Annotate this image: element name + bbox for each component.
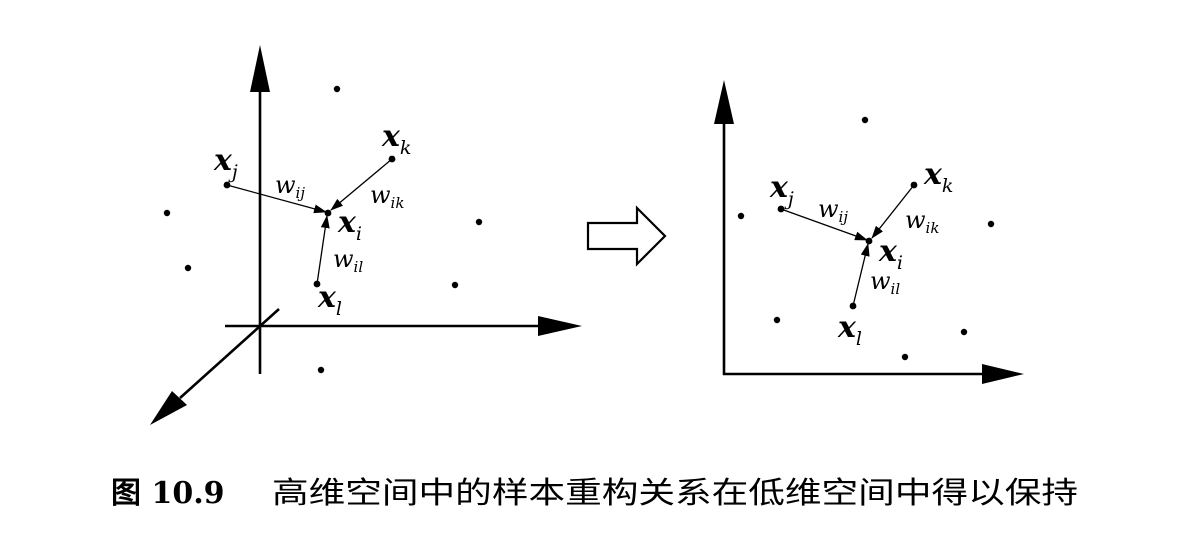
label-xj: xj <box>213 143 238 183</box>
sample-point <box>317 366 325 374</box>
weight-label-wik: wik <box>370 181 404 212</box>
point-xj <box>223 181 231 189</box>
figure-canvas: xj xk xi xl wij wik wil xj xk xi xl wij … <box>111 45 1078 511</box>
weight-label-wil: wil <box>333 245 363 276</box>
edge-xl-to-xi <box>316 215 330 285</box>
label-xj: xj <box>769 170 794 210</box>
point-xl <box>849 302 857 310</box>
sample-point <box>737 212 745 220</box>
point-xk <box>910 181 918 189</box>
caption-number: 图 10.9 <box>111 476 225 511</box>
figure-caption: 图 10.9 高维空间中的样本重构关系在低维空间中得以保持 <box>111 476 1078 511</box>
high-dim-panel: xj xk xi xl wij wik wil <box>150 45 582 425</box>
sample-point <box>773 316 781 324</box>
point-xi <box>324 209 332 217</box>
horizontal-axis-arrowhead <box>982 364 1024 384</box>
low-dim-panel: xj xk xi xl wij wik wil <box>714 80 1024 384</box>
z-axis-arrowhead <box>250 45 270 92</box>
point-xi <box>865 237 873 245</box>
point-xj <box>777 205 785 213</box>
point-xk <box>388 155 396 163</box>
sample-point <box>987 220 995 228</box>
sample-point <box>901 353 909 361</box>
weight-label-wij: wij <box>275 171 305 202</box>
sample-point <box>333 85 341 93</box>
high-dim-sample-points <box>163 85 483 374</box>
sample-point <box>475 218 483 226</box>
weight-label-wik: wik <box>905 206 939 237</box>
label-xk: xk <box>923 157 953 197</box>
transform-arrow-icon <box>586 205 667 267</box>
label-xi: xi <box>337 205 362 245</box>
low-dim-sample-points <box>737 116 995 361</box>
label-xl: xl <box>317 280 342 320</box>
label-xk: xk <box>381 119 411 159</box>
high-dim-axes <box>150 45 582 425</box>
sample-point <box>184 264 192 272</box>
sample-point <box>451 281 459 289</box>
x-axis-arrowhead <box>538 316 582 336</box>
sample-point <box>163 209 171 217</box>
weight-label-wil: wil <box>870 267 900 298</box>
low-dim-axes <box>714 80 1024 384</box>
caption-text: 高维空间中的样本重构关系在低维空间中得以保持 <box>272 476 1078 511</box>
y-axis-line <box>179 308 280 399</box>
vertical-axis-arrowhead <box>714 80 734 124</box>
sample-point <box>960 328 968 336</box>
label-xl: xl <box>837 310 862 350</box>
edge-xl-to-xi <box>852 243 870 307</box>
weight-label-wij: wij <box>818 195 848 226</box>
sample-point <box>861 116 869 124</box>
